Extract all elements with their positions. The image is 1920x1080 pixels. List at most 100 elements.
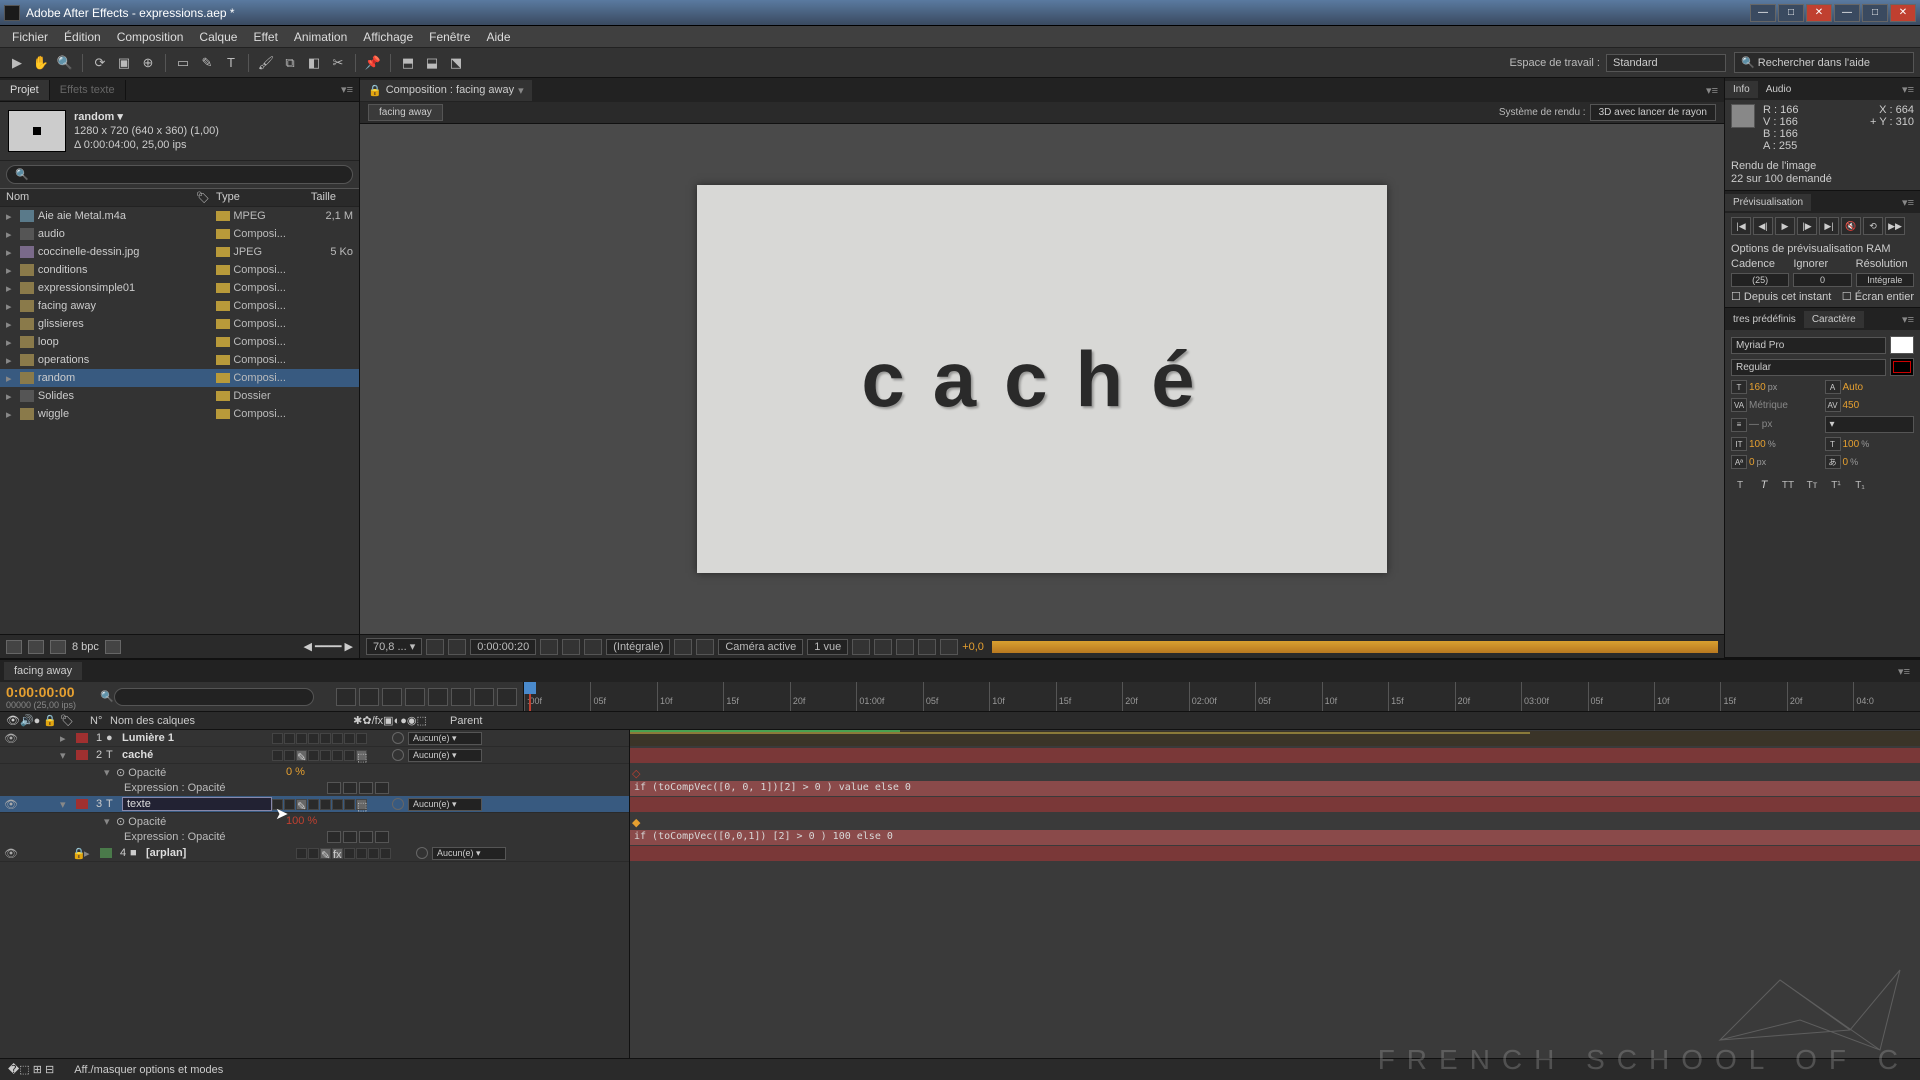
playhead-icon[interactable]: [524, 682, 536, 711]
project-item-list[interactable]: ▸Aie aie Metal.m4aMPEG2,1 M▸audioComposi…: [0, 207, 359, 634]
clone-tool-icon[interactable]: ⧉: [279, 52, 301, 74]
character-tab[interactable]: Caractère: [1804, 311, 1864, 328]
fullscreen-checkbox[interactable]: ☐ Écran entier: [1842, 290, 1914, 303]
zoom-select[interactable]: 70,8 ... ▾: [366, 638, 422, 655]
current-timecode[interactable]: 0:00:00:00 00000 (25,00 ips): [0, 682, 100, 711]
stroke-color[interactable]: [1890, 358, 1914, 376]
minimize-button[interactable]: —: [1750, 4, 1776, 22]
menu-aide[interactable]: Aide: [478, 30, 518, 44]
project-item[interactable]: ▸SolidesDossier: [0, 387, 359, 405]
brush-tool-icon[interactable]: 🖌: [255, 52, 277, 74]
fill-color[interactable]: [1890, 336, 1914, 354]
play-icon[interactable]: ▶: [1775, 217, 1795, 235]
new-folder-icon[interactable]: [28, 640, 44, 654]
skip-select[interactable]: 0: [1793, 273, 1851, 287]
comp-flowchart-tab[interactable]: facing away: [368, 104, 443, 121]
graph-editor-icon[interactable]: [474, 688, 494, 706]
menu-composition[interactable]: Composition: [109, 30, 192, 44]
project-item[interactable]: ▸audioComposi...: [0, 225, 359, 243]
reset-exposure-icon[interactable]: [940, 639, 958, 655]
res-select[interactable]: Intégrale: [1856, 273, 1914, 287]
timeline-tab[interactable]: facing away: [4, 662, 82, 680]
menu-animation[interactable]: Animation: [286, 30, 355, 44]
next-frame-icon[interactable]: |▶: [1797, 217, 1817, 235]
audio-tab[interactable]: Audio: [1758, 81, 1800, 98]
project-item[interactable]: ▸operationsComposi...: [0, 351, 359, 369]
preview-tab[interactable]: Prévisualisation: [1725, 194, 1811, 211]
smallcaps-icon[interactable]: Tᴛ: [1803, 477, 1821, 493]
project-search-input[interactable]: 🔍: [6, 165, 353, 184]
delete-icon[interactable]: [105, 640, 121, 654]
project-item[interactable]: ▸conditionsComposi...: [0, 261, 359, 279]
camera-select[interactable]: Caméra active: [718, 639, 803, 655]
pan-behind-tool-icon[interactable]: ⊕: [137, 52, 159, 74]
stroke-style-select[interactable]: ▾: [1825, 416, 1915, 433]
view-axis-icon[interactable]: ⬔: [445, 52, 467, 74]
motion-blur-icon[interactable]: [428, 688, 448, 706]
maximize-button[interactable]: □: [1862, 4, 1888, 22]
font-family-select[interactable]: Myriad Pro: [1731, 337, 1886, 354]
panel-menu-icon[interactable]: ▾≡: [335, 83, 359, 96]
project-tab[interactable]: Projet: [0, 80, 50, 100]
preview-menu-icon[interactable]: ▾≡: [1896, 196, 1920, 209]
flowchart-icon[interactable]: [918, 639, 936, 655]
last-frame-icon[interactable]: ▶|: [1819, 217, 1839, 235]
project-item[interactable]: ▸coccinelle-dessin.jpgJPEG5 Ko: [0, 243, 359, 261]
grid-icon[interactable]: [448, 639, 466, 655]
toggle-switches-icon[interactable]: �⬚ ⊞ ⊟: [8, 1063, 54, 1076]
minimize2-button[interactable]: —: [1834, 4, 1860, 22]
composition-viewer[interactable]: caché: [360, 124, 1724, 634]
puppet-tool-icon[interactable]: 📌: [362, 52, 384, 74]
col-size[interactable]: Taille: [286, 191, 336, 204]
current-time[interactable]: 0:00:00:20: [470, 639, 536, 655]
layer-tracks[interactable]: ◇if (toCompVec([0, 0, 1])[2] > 0 ) value…: [630, 730, 1920, 1058]
menu-fenetre[interactable]: Fenêtre: [421, 30, 478, 44]
info-menu-icon[interactable]: ▾≡: [1896, 83, 1920, 96]
timeline-search-input[interactable]: [114, 688, 314, 706]
workspace-select[interactable]: Standard: [1606, 54, 1726, 72]
menu-calque[interactable]: Calque: [191, 30, 245, 44]
hscale-value[interactable]: 100: [1843, 439, 1860, 450]
text-tool-icon[interactable]: T: [220, 52, 242, 74]
help-search-input[interactable]: 🔍 Rechercher dans l'aide: [1734, 52, 1914, 73]
col-type[interactable]: Type: [216, 191, 286, 204]
close2-button[interactable]: ✕: [1890, 4, 1916, 22]
roi-icon[interactable]: [674, 639, 692, 655]
zoom-tool-icon[interactable]: 🔍: [54, 52, 76, 74]
local-axis-icon[interactable]: ⬒: [397, 52, 419, 74]
faux-italic-icon[interactable]: T: [1755, 477, 1773, 493]
selection-tool-icon[interactable]: ▶: [6, 52, 28, 74]
render-system-value[interactable]: 3D avec lancer de rayon: [1590, 104, 1716, 121]
comp-panel-menu-icon[interactable]: ▾≡: [1700, 84, 1724, 97]
transparency-icon[interactable]: [696, 639, 714, 655]
bpc-toggle[interactable]: 8 bpc: [72, 641, 99, 653]
presets-tab[interactable]: tres prédéfinis: [1725, 311, 1804, 328]
mute-icon[interactable]: 🔇: [1841, 217, 1861, 235]
world-axis-icon[interactable]: ⬓: [421, 52, 443, 74]
effects-tab[interactable]: Effets texte: [50, 80, 126, 100]
frame-blend-icon[interactable]: [405, 688, 425, 706]
auto-keyframe-icon[interactable]: [497, 688, 517, 706]
comp-lock-icon[interactable]: 🔒: [368, 84, 382, 97]
draft3d-icon[interactable]: [359, 688, 379, 706]
view-layout-select[interactable]: 1 vue: [807, 639, 848, 655]
project-item[interactable]: ▸wiggleComposi...: [0, 405, 359, 423]
allcaps-icon[interactable]: TT: [1779, 477, 1797, 493]
kerning-value[interactable]: Métrique: [1749, 400, 1788, 411]
cadence-select[interactable]: (25): [1731, 273, 1789, 287]
pixel-aspect-icon[interactable]: [852, 639, 870, 655]
snapshot-icon[interactable]: [540, 639, 558, 655]
exposure-value[interactable]: +0,0: [962, 641, 984, 653]
rotate-tool-icon[interactable]: ⟳: [89, 52, 111, 74]
eraser-tool-icon[interactable]: ◧: [303, 52, 325, 74]
new-comp-icon[interactable]: [50, 640, 66, 654]
font-size-value[interactable]: 160: [1749, 382, 1766, 393]
from-current-checkbox[interactable]: ☐ Depuis cet instant: [1731, 290, 1831, 303]
menu-effet[interactable]: Effet: [245, 30, 285, 44]
faux-bold-icon[interactable]: T: [1731, 477, 1749, 493]
project-item[interactable]: ▸expressionsimple01Composi...: [0, 279, 359, 297]
rgb-icon[interactable]: [584, 639, 602, 655]
baseline-value[interactable]: 0: [1749, 457, 1755, 468]
project-item[interactable]: ▸glissieresComposi...: [0, 315, 359, 333]
layer-outline[interactable]: 👁▸1●Lumière 1Aucun(e) ▾▾2Tcaché✎⬚Aucun(e…: [0, 730, 630, 1058]
